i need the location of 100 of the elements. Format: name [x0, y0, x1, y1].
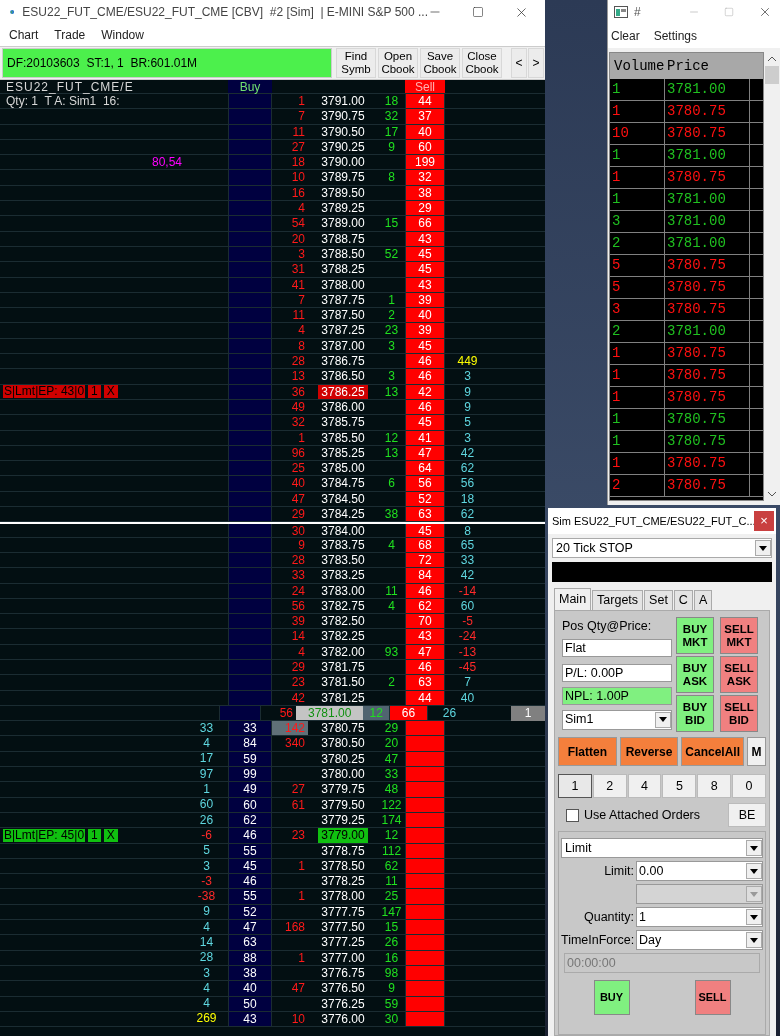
- price-cell: 3784.50: [321, 491, 365, 506]
- sold-volume: 10: [291, 1011, 306, 1027]
- price-cell: 3785.25: [321, 445, 365, 461]
- delta-value: 5: [464, 415, 471, 430]
- action-button[interactable]: Reverse: [619, 737, 679, 766]
- sold-volume: 8: [298, 338, 306, 354]
- menu-item[interactable]: Window: [101, 26, 144, 44]
- quantity-button[interactable]: 1: [558, 774, 592, 798]
- quantity-button[interactable]: 2: [592, 774, 627, 798]
- order-type-dropdown[interactable]: Limit: [561, 838, 763, 858]
- quantity-button[interactable]: 5: [662, 774, 697, 798]
- delta-value: 42: [460, 568, 475, 583]
- sold-volume: 47: [291, 981, 306, 996]
- net-value: 4: [203, 996, 210, 1011]
- net-value: -38: [197, 889, 216, 904]
- volume-cell: 1: [610, 431, 665, 452]
- bought-volume: 3: [388, 338, 395, 354]
- price-cell: 3780.00: [321, 767, 365, 782]
- maximize-icon[interactable]: [472, 6, 484, 18]
- tab[interactable]: Main: [554, 588, 592, 610]
- pl-field: P/L: 0.00P: [562, 663, 672, 682]
- sold-volume: 3: [298, 246, 306, 262]
- delta-value: 62: [460, 461, 475, 476]
- tab[interactable]: A: [693, 590, 713, 610]
- scroll-button[interactable]: <: [511, 48, 527, 78]
- scrollbar-thumb[interactable]: [765, 66, 779, 84]
- order-button[interactable]: BUY ASK: [676, 656, 714, 693]
- price-cell: 3776.00: [321, 1011, 365, 1027]
- order-button[interactable]: SELL ASK: [720, 656, 758, 693]
- action-button[interactable]: Flatten: [558, 737, 617, 766]
- toolbar-button[interactable]: Open Cbook: [378, 48, 418, 78]
- bought-volume: 25: [384, 889, 399, 904]
- account-dropdown[interactable]: Sim1: [562, 709, 672, 730]
- scroll-button[interactable]: >: [528, 48, 544, 78]
- menu-item[interactable]: Settings: [653, 27, 698, 45]
- toolbar-button[interactable]: Find Symb: [336, 48, 376, 78]
- checkbox[interactable]: [566, 808, 579, 822]
- sold-volume: 1: [298, 889, 306, 904]
- tab[interactable]: Targets: [592, 590, 644, 610]
- strategy-dropdown[interactable]: 20 Tick STOP: [552, 538, 772, 558]
- bought-volume: 16: [384, 950, 399, 965]
- sold-volume: 16: [291, 185, 306, 201]
- price-cell: 3783.25: [321, 568, 365, 583]
- price-cell: 3778.25: [321, 874, 365, 889]
- toolbar-button[interactable]: Save Cbook: [420, 48, 460, 78]
- window-icon: [614, 6, 628, 18]
- action-button[interactable]: CancelAll: [681, 737, 744, 766]
- sold-volume: 23: [291, 675, 306, 690]
- price-cell: 3780.75: [665, 123, 750, 144]
- toolbar-button[interactable]: Close Cbook: [462, 48, 502, 78]
- order-button[interactable]: BUY MKT: [676, 617, 714, 654]
- close-button[interactable]: ×: [754, 511, 774, 531]
- price-cell: 3779.50: [321, 797, 365, 812]
- volume-cell: 1: [610, 79, 665, 100]
- order-button[interactable]: SELL MKT: [720, 617, 758, 654]
- price-cell: 3782.50: [321, 614, 365, 629]
- m-button[interactable]: M: [747, 737, 766, 766]
- sold-volume: 33: [291, 568, 306, 583]
- order-button[interactable]: SELL BID: [720, 695, 758, 732]
- quantity-button[interactable]: 8: [697, 774, 732, 798]
- price-cell: 3782.00: [321, 644, 365, 659]
- quantity-button[interactable]: 0: [732, 774, 766, 798]
- be-button[interactable]: BE: [728, 803, 766, 827]
- cancel-order-button[interactable]: X: [103, 828, 118, 842]
- delta-value: -14: [458, 583, 477, 598]
- price-cell: 3780.75: [665, 343, 750, 364]
- bought-volume: 47: [384, 751, 399, 767]
- order-button[interactable]: BUY BID: [676, 695, 714, 732]
- menu-item[interactable]: Clear: [611, 27, 640, 45]
- menu-item[interactable]: Chart: [9, 26, 39, 44]
- scroll-down-icon[interactable]: [768, 491, 776, 497]
- dropdown-field[interactable]: 0.00: [636, 861, 763, 881]
- sold-volume: 25: [291, 461, 306, 476]
- bought-volume: 1: [388, 292, 395, 308]
- price-cell: 3780.75: [665, 387, 750, 408]
- price-cell: 3787.25: [321, 323, 365, 338]
- price-cell: 3791.00: [321, 94, 365, 109]
- ask-cell: 64: [405, 461, 445, 476]
- price-cell: 3781.50: [321, 675, 365, 690]
- tab[interactable]: Set: [644, 590, 673, 610]
- price-cell: 3784.25: [321, 507, 365, 522]
- sold-volume: 28: [291, 354, 306, 369]
- dropdown-field[interactable]: Day: [636, 930, 763, 950]
- dropdown-field[interactable]: 1: [636, 907, 763, 927]
- submit-button[interactable]: BUY: [593, 980, 630, 1015]
- quantity-button[interactable]: 4: [627, 774, 662, 798]
- price-cell: 3781.75: [321, 660, 365, 675]
- price-cell: 3790.75: [321, 109, 365, 124]
- price-cell: 3788.75: [321, 231, 365, 246]
- submit-button[interactable]: SELL: [694, 980, 731, 1015]
- bought-volume: 23: [384, 323, 399, 338]
- ask-cell: 32: [405, 170, 445, 185]
- scroll-up-icon[interactable]: [768, 56, 776, 62]
- tab[interactable]: C: [673, 590, 693, 610]
- ask-cell: 44: [405, 94, 445, 109]
- menu-item[interactable]: Trade: [54, 26, 86, 44]
- price-cell: 3787.75: [321, 292, 365, 308]
- close-icon[interactable]: [758, 5, 772, 19]
- sold-volume: 142: [272, 721, 308, 736]
- cancel-order-button[interactable]: X: [103, 385, 118, 399]
